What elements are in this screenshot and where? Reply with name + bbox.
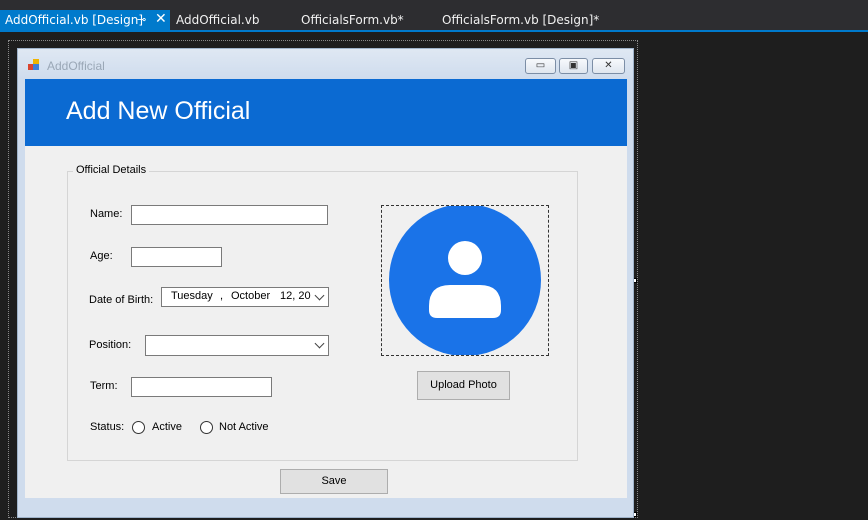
maximize-button[interactable]: ▣ (559, 58, 588, 74)
save-button[interactable]: Save (280, 469, 388, 494)
page-title: Add New Official (66, 97, 251, 125)
dob-label: Date of Birth: (89, 294, 154, 306)
tab-label: AddOfficial.vb (176, 13, 260, 27)
minimize-button[interactable]: ▭ (525, 58, 556, 74)
dob-month: October (231, 290, 271, 302)
name-input[interactable] (131, 205, 328, 225)
chevron-down-icon[interactable] (314, 290, 325, 301)
tab-label: OfficialsForm.vb* (301, 13, 404, 27)
form-bottom-edge (25, 498, 627, 507)
status-active-radio[interactable] (132, 421, 145, 434)
window-title: AddOfficial (47, 59, 105, 73)
position-select[interactable] (145, 335, 329, 356)
status-not-active-label: Not Active (219, 421, 269, 433)
tab-addofficial-design[interactable]: AddOfficial.vb [Design] ⊸ ✕ (0, 10, 170, 30)
upload-photo-button[interactable]: Upload Photo (417, 371, 510, 400)
document-tab-strip: AddOfficial.vb [Design] ⊸ ✕ AddOfficial.… (0, 0, 868, 32)
header-panel: Add New Official (25, 79, 627, 146)
status-active-label: Active (152, 421, 182, 433)
form-window: AddOfficial ▭ ▣ ✕ Add New Official Offic… (17, 48, 634, 518)
age-input[interactable] (131, 247, 222, 267)
name-label: Name: (90, 208, 123, 220)
tab-label: AddOfficial.vb [Design] (5, 13, 144, 27)
tab-officialsform-code[interactable]: OfficialsForm.vb* (301, 10, 404, 30)
status-label: Status: (90, 421, 125, 433)
user-avatar-icon (389, 204, 541, 356)
tab-officialsform-design[interactable]: OfficialsForm.vb [Design]* (442, 10, 599, 30)
status-not-active-radio[interactable] (200, 421, 213, 434)
term-input[interactable] (131, 377, 272, 397)
tab-underline (0, 30, 868, 32)
pin-icon[interactable]: ⊸ (137, 10, 146, 30)
form-client-area: Add New Official Official Details Name: … (25, 79, 627, 507)
dob-date-picker[interactable]: Tuesday , October 12, 20 (161, 287, 329, 307)
tab-label: OfficialsForm.vb [Design]* (442, 13, 600, 27)
position-label: Position: (89, 339, 132, 351)
dob-weekday: Tuesday (171, 290, 213, 302)
photo-picturebox[interactable] (381, 204, 549, 356)
window-titlebar: AddOfficial ▭ ▣ ✕ (18, 49, 633, 79)
close-button[interactable]: ✕ (592, 58, 625, 74)
group-label: Official Details (73, 164, 150, 176)
app-icon (28, 59, 40, 71)
dob-separator: , (220, 290, 224, 302)
age-label: Age: (90, 250, 113, 262)
chevron-down-icon[interactable] (314, 338, 325, 349)
term-label: Term: (90, 380, 118, 392)
dob-day: 12, 20 (280, 290, 311, 302)
tab-addofficial-code[interactable]: AddOfficial.vb (176, 10, 259, 30)
close-icon[interactable]: ✕ (155, 9, 167, 29)
